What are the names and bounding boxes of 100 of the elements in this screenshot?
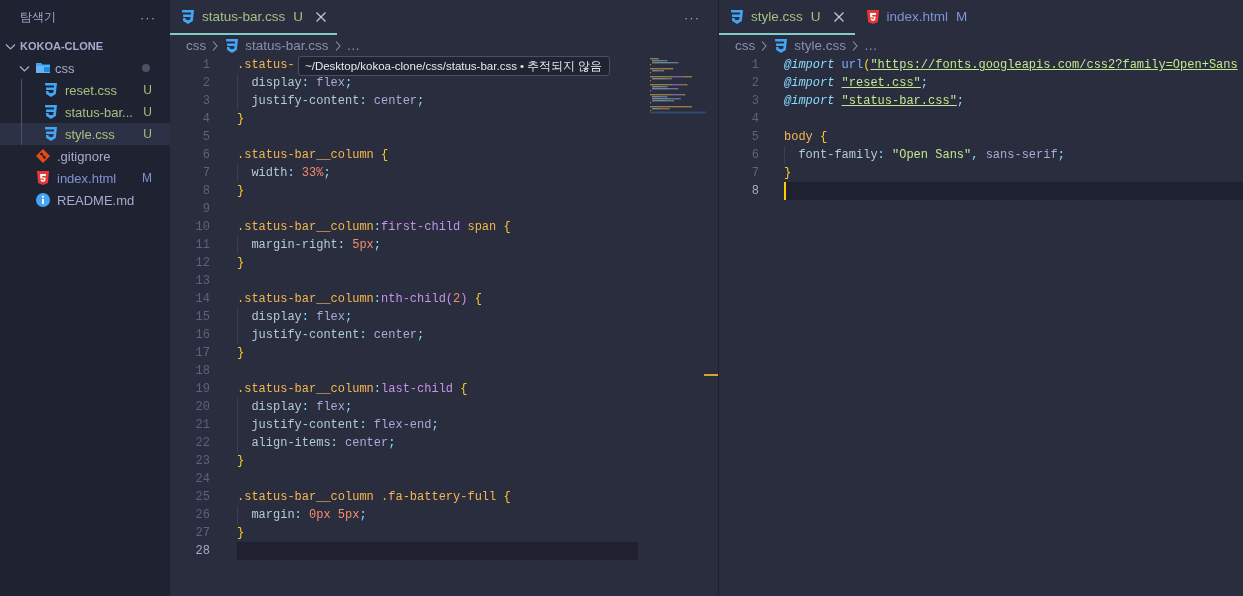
file-row[interactable]: style.css U bbox=[0, 123, 170, 145]
folder-icon bbox=[35, 60, 51, 76]
code-line: } bbox=[237, 526, 245, 540]
line-number: 28 bbox=[194, 544, 210, 558]
line-number: 15 bbox=[194, 310, 210, 324]
line-number: 25 bbox=[194, 490, 210, 504]
css-file-icon bbox=[224, 37, 241, 54]
line-number: 4 bbox=[750, 112, 759, 126]
code-line: .status-bar__column:first-child span { bbox=[237, 220, 511, 234]
editor-tab[interactable]: status-bar.css U bbox=[170, 0, 338, 35]
code-line: .status-bar__column { bbox=[237, 148, 389, 162]
code-line: } bbox=[237, 184, 245, 198]
line-number: 18 bbox=[194, 364, 210, 378]
breadcrumb-item[interactable]: status-bar.css bbox=[224, 37, 329, 54]
line-number: 5 bbox=[201, 130, 210, 144]
code-line: @import url("https://fonts.googleapis.com/css2?family=Open+Sans bbox=[784, 58, 1238, 72]
file-path-tooltip: ~/Desktop/kokoa-clone/css/status-bar.css • 추적되지 않음 bbox=[298, 56, 610, 76]
html-file-icon bbox=[864, 8, 881, 25]
folder-row[interactable]: css bbox=[0, 57, 170, 79]
code-line: } bbox=[237, 256, 245, 270]
breadcrumb-item[interactable]: … bbox=[346, 38, 361, 53]
code-line: justify-content: center; bbox=[251, 328, 425, 342]
line-number: 1 bbox=[750, 58, 759, 72]
line-number: 8 bbox=[201, 184, 210, 198]
css-file-icon bbox=[729, 8, 745, 25]
code-line: margin: 0px 5px; bbox=[251, 508, 367, 522]
code-line: display: flex; bbox=[251, 400, 353, 414]
editor-tab[interactable]: style.css U bbox=[719, 0, 855, 35]
line-number: 2 bbox=[750, 76, 759, 90]
code-line: .status- bbox=[237, 58, 295, 72]
line-number: 10 bbox=[194, 220, 210, 234]
code-line: margin-right: 5px; bbox=[251, 238, 382, 252]
code-line: } bbox=[237, 346, 245, 360]
code-line: } bbox=[784, 166, 792, 180]
line-number: 1 bbox=[201, 58, 210, 72]
code-line: body { bbox=[784, 130, 828, 144]
breadcrumb-item[interactable]: css bbox=[735, 38, 756, 53]
css-file-icon bbox=[180, 8, 196, 25]
more-actions-button[interactable]: ··· bbox=[684, 0, 718, 35]
info-icon bbox=[35, 192, 51, 208]
code-line: font-family: "Open Sans", sans-serif; bbox=[798, 148, 1065, 162]
code-line: width: 33%; bbox=[251, 166, 331, 180]
css-file-icon bbox=[773, 37, 790, 54]
code-line: .status-bar__column:nth-child(2) { bbox=[237, 292, 482, 306]
file-row[interactable]: reset.css U bbox=[0, 79, 170, 101]
code-line: display: flex; bbox=[251, 310, 353, 324]
line-number: 13 bbox=[194, 274, 210, 288]
line-number: 6 bbox=[201, 148, 210, 162]
code-line: display: flex; bbox=[251, 76, 353, 90]
close-icon bbox=[832, 10, 845, 23]
line-number: 24 bbox=[194, 472, 210, 486]
chevron-right-icon bbox=[850, 39, 860, 52]
editor-tab[interactable]: index.html M bbox=[854, 0, 978, 35]
code-line: .status-bar__column:last-child { bbox=[237, 382, 468, 396]
code-line: justify-content: flex-end; bbox=[251, 418, 439, 432]
line-number: 21 bbox=[194, 418, 210, 432]
line-number: 6 bbox=[750, 148, 759, 162]
line-number: 9 bbox=[201, 202, 210, 216]
line-number: 2 bbox=[201, 76, 210, 90]
code-line: } bbox=[237, 454, 245, 468]
line-number: 3 bbox=[750, 94, 759, 108]
breadcrumb-item[interactable]: css bbox=[186, 38, 207, 53]
more-actions-button[interactable]: ··· bbox=[140, 10, 156, 25]
css-file-icon bbox=[43, 82, 59, 98]
overview-ruler-mark bbox=[704, 374, 718, 376]
breadcrumb-item[interactable]: … bbox=[864, 38, 878, 53]
line-number: 7 bbox=[750, 166, 759, 180]
line-number: 3 bbox=[201, 94, 210, 108]
explorer-title: 탐색기 bbox=[20, 10, 56, 25]
code-line: } bbox=[237, 112, 245, 126]
line-number: 4 bbox=[201, 112, 210, 126]
code-line: @import "reset.css"; bbox=[784, 76, 929, 90]
code-line: align-items: center; bbox=[251, 436, 396, 450]
code-line: justify-content: center; bbox=[251, 94, 425, 108]
line-number: 27 bbox=[194, 526, 210, 540]
line-number: 26 bbox=[194, 508, 210, 522]
line-number: 5 bbox=[750, 130, 759, 144]
line-number: 22 bbox=[194, 436, 210, 450]
line-number: 16 bbox=[194, 328, 210, 342]
line-number: 12 bbox=[194, 256, 210, 270]
line-number: 23 bbox=[194, 454, 210, 468]
css-file-icon bbox=[43, 104, 59, 120]
close-icon bbox=[315, 10, 328, 23]
line-number: 14 bbox=[194, 292, 210, 306]
breadcrumb-item[interactable]: style.css bbox=[773, 37, 846, 54]
file-row[interactable]: README.md bbox=[0, 189, 170, 211]
line-number: 11 bbox=[194, 238, 210, 252]
folder-section-header[interactable]: KOKOA-CLONE bbox=[0, 35, 170, 57]
code-line: .status-bar__column .fa-battery-full { bbox=[237, 490, 511, 504]
html-file-icon bbox=[35, 170, 51, 186]
file-row[interactable]: index.html M bbox=[0, 167, 170, 189]
line-number: 17 bbox=[194, 346, 210, 360]
css-file-icon bbox=[43, 126, 59, 142]
line-number: 8 bbox=[750, 184, 759, 198]
code-line: @import "status-bar.css"; bbox=[784, 94, 965, 108]
line-number: 19 bbox=[194, 382, 210, 396]
line-number: 7 bbox=[201, 166, 210, 180]
diamond-icon bbox=[35, 148, 51, 164]
file-row[interactable]: .gitignore bbox=[0, 145, 170, 167]
line-number: 20 bbox=[194, 400, 210, 414]
